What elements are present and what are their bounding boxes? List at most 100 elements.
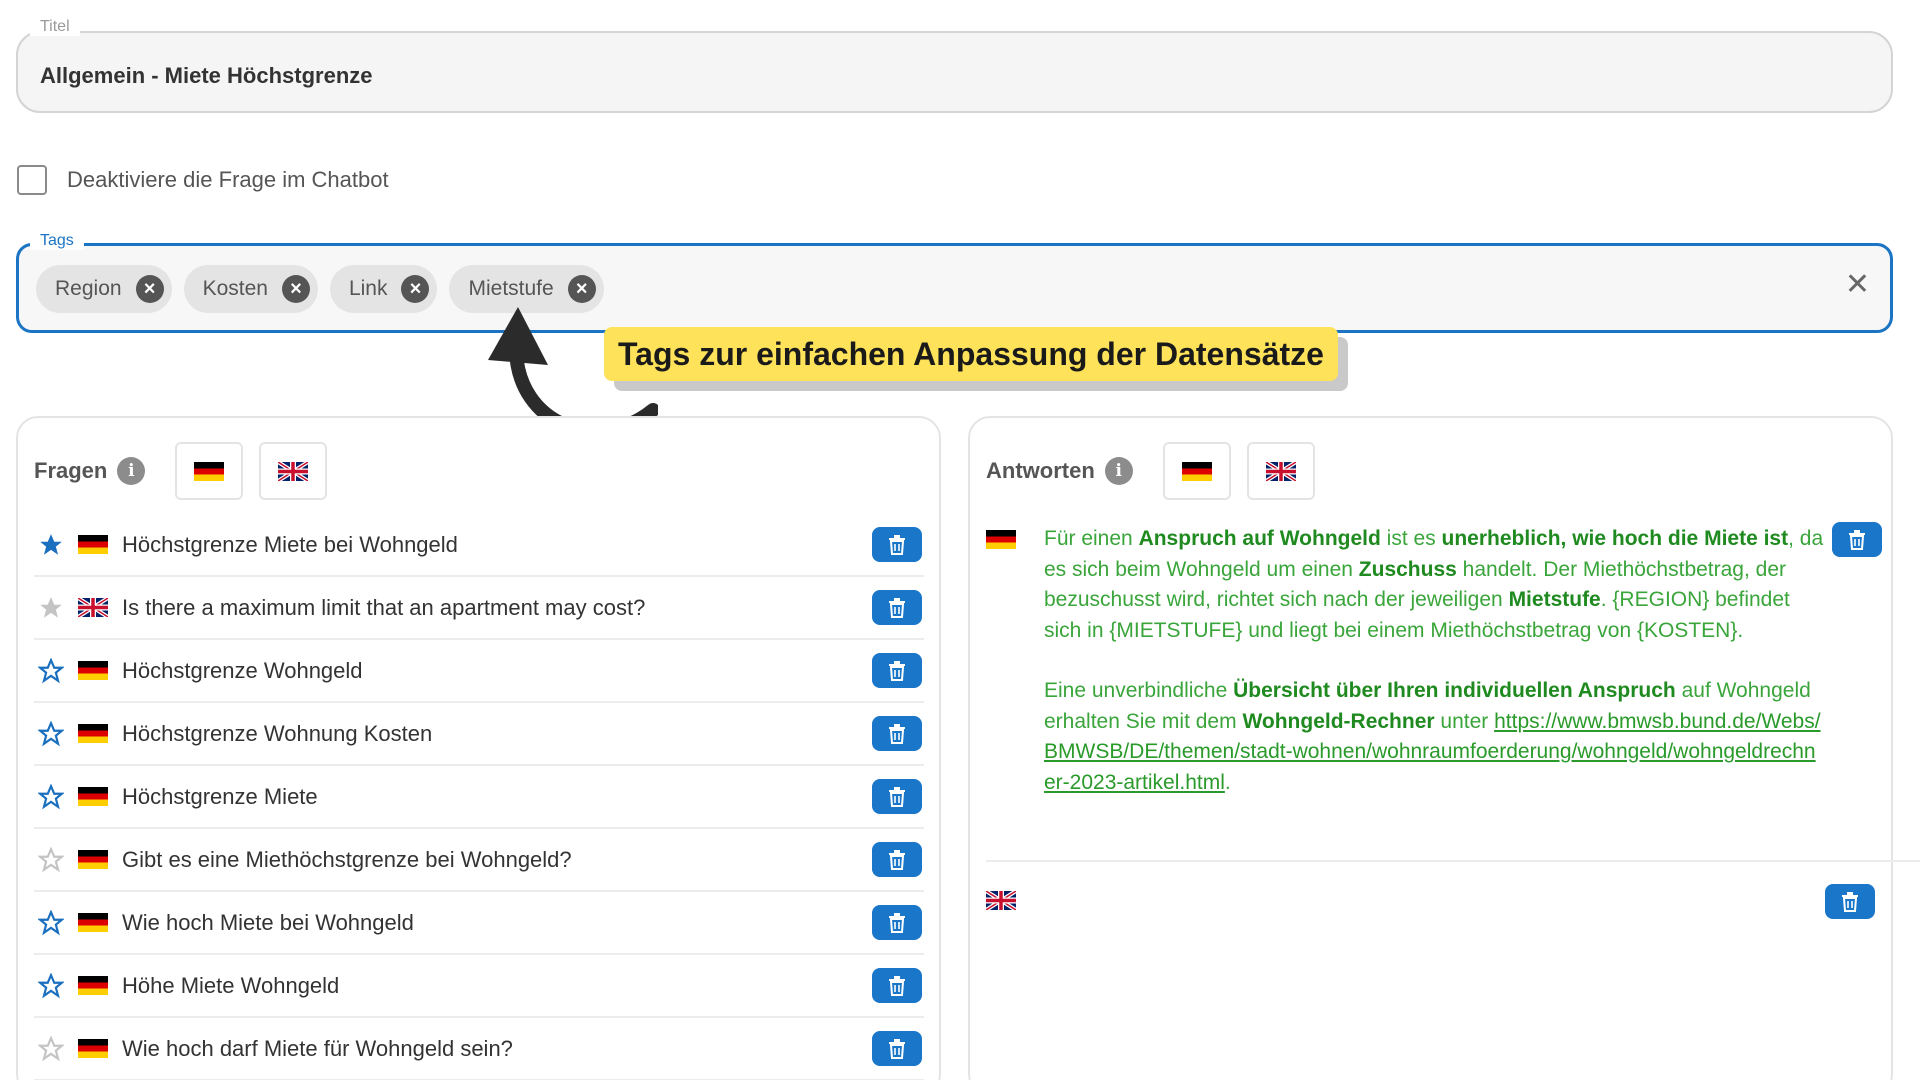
question-text: Wie hoch Miete bei Wohngeld	[122, 909, 414, 935]
title-value[interactable]: Allgemein - Miete Höchstgrenze	[40, 63, 373, 89]
german-flag-icon	[986, 530, 1016, 549]
delete-button[interactable]	[872, 1031, 922, 1066]
tags-legend: Tags	[30, 232, 84, 250]
uk-flag-icon	[986, 891, 1016, 910]
remove-tag-icon[interactable]: ×	[401, 275, 430, 303]
uk-flag-icon	[1265, 461, 1296, 481]
deactivate-label: Deaktiviere die Frage im Chatbot	[67, 167, 389, 192]
german-flag-icon	[78, 1039, 108, 1058]
question-text: Höchstgrenze Miete	[122, 783, 318, 809]
question-row[interactable]: Wie hoch darf Miete für Wohngeld sein?	[34, 1018, 924, 1080]
german-flag-icon	[78, 661, 108, 680]
german-flag-icon	[1181, 461, 1212, 481]
delete-button[interactable]	[872, 653, 922, 688]
trash-icon	[889, 975, 905, 996]
delete-button[interactable]	[872, 842, 922, 877]
trash-icon	[889, 786, 905, 807]
question-row[interactable]: Höchstgrenze Wohnung Kosten	[34, 703, 924, 766]
trash-icon	[889, 849, 905, 870]
star-outline-icon[interactable]	[38, 720, 64, 747]
title-legend: Titel	[30, 18, 80, 36]
uk-flag-icon	[278, 461, 309, 481]
delete-button[interactable]	[872, 590, 922, 625]
star-filled-icon[interactable]	[38, 532, 64, 558]
trash-icon	[889, 534, 905, 555]
tag-chip-label: Mietstufe	[468, 277, 554, 300]
lang-button-en[interactable]	[1246, 442, 1315, 500]
star-outline-icon[interactable]	[38, 657, 64, 684]
trash-icon	[1849, 529, 1865, 550]
german-flag-icon	[78, 535, 108, 554]
trash-icon	[1842, 891, 1858, 912]
tag-chip-label: Link	[348, 277, 388, 300]
info-icon[interactable]: i	[1104, 457, 1133, 485]
question-text: Is there a maximum limit that an apartme…	[122, 594, 646, 620]
answers-title: Antworten	[986, 458, 1095, 483]
answers-panel: Antworten i Für einen Anspruch auf Wohng…	[968, 416, 1920, 1080]
star-outline-icon[interactable]	[38, 1035, 64, 1062]
questions-list: Höchstgrenze Miete bei Wohngeld Is there…	[34, 514, 924, 1080]
question-row[interactable]: Höchstgrenze Wohngeld	[34, 640, 924, 703]
delete-button[interactable]	[872, 527, 922, 562]
questions-title: Fragen	[34, 458, 108, 483]
question-text: Wie hoch darf Miete für Wohngeld sein?	[122, 1035, 513, 1061]
question-row[interactable]: Höchstgrenze Miete	[34, 766, 924, 829]
tags-field[interactable]: Region × Kosten × Link × Mietstufe × ✕	[16, 243, 1893, 333]
star-outline-icon[interactable]	[38, 909, 64, 936]
delete-button[interactable]	[872, 716, 922, 751]
delete-button[interactable]	[872, 905, 922, 940]
annotation-callout: Tags zur einfachen Anpassung der Datensä…	[604, 327, 1338, 381]
question-row[interactable]: Wie hoch Miete bei Wohngeld	[34, 892, 924, 955]
german-flag-icon	[78, 724, 108, 743]
question-row[interactable]: Höhe Miete Wohngeld	[34, 955, 924, 1018]
questions-header: Fragen i	[34, 442, 328, 500]
tag-chip-label: Kosten	[202, 277, 268, 300]
delete-button[interactable]	[1825, 884, 1875, 919]
remove-tag-icon[interactable]: ×	[567, 275, 596, 303]
star-filled-icon[interactable]	[38, 595, 64, 621]
title-field[interactable]: Allgemein - Miete Höchstgrenze	[16, 31, 1893, 113]
question-row[interactable]: Is there a maximum limit that an apartme…	[34, 577, 924, 640]
remove-tag-icon[interactable]: ×	[281, 275, 310, 303]
question-text: Gibt es eine Miethöchstgrenze bei Wohnge…	[122, 846, 572, 872]
lang-button-de[interactable]	[175, 442, 244, 500]
question-text: Höchstgrenze Wohnung Kosten	[122, 720, 433, 746]
german-flag-icon	[194, 461, 225, 481]
tag-chip-label: Region	[55, 277, 122, 300]
german-flag-icon	[78, 976, 108, 995]
tag-chip-kosten[interactable]: Kosten ×	[183, 265, 318, 313]
tag-chip-region[interactable]: Region ×	[36, 265, 172, 313]
question-text: Höchstgrenze Miete bei Wohngeld	[122, 531, 458, 557]
delete-button[interactable]	[872, 968, 922, 1003]
answer-divider	[986, 860, 1920, 862]
trash-icon	[889, 1038, 905, 1059]
question-text: Höchstgrenze Wohngeld	[122, 657, 363, 683]
delete-button[interactable]	[872, 779, 922, 814]
german-flag-icon	[78, 913, 108, 932]
questions-panel: Fragen i Höchstgrenze Miete bei Wohngeld…	[16, 416, 941, 1080]
trash-icon	[889, 912, 905, 933]
info-icon[interactable]: i	[117, 457, 146, 485]
deactivate-checkbox[interactable]	[17, 165, 47, 195]
trash-icon	[889, 660, 905, 681]
remove-tag-icon[interactable]: ×	[135, 275, 164, 303]
delete-button[interactable]	[1832, 522, 1882, 557]
star-outline-icon[interactable]	[38, 783, 64, 810]
trash-icon	[889, 723, 905, 744]
lang-button-de[interactable]	[1162, 442, 1231, 500]
lang-button-en[interactable]	[259, 442, 328, 500]
german-flag-icon	[78, 850, 108, 869]
german-flag-icon	[78, 787, 108, 806]
uk-flag-icon	[78, 598, 108, 617]
question-text: Höhe Miete Wohngeld	[122, 972, 340, 998]
deactivate-row[interactable]: Deaktiviere die Frage im Chatbot	[17, 165, 389, 195]
answers-header: Antworten i	[986, 442, 1315, 500]
star-outline-icon[interactable]	[38, 972, 64, 999]
trash-icon	[889, 597, 905, 618]
tag-chip-link[interactable]: Link ×	[329, 265, 438, 313]
question-row[interactable]: Höchstgrenze Miete bei Wohngeld	[34, 514, 924, 577]
star-outline-icon[interactable]	[38, 846, 64, 873]
answer-text[interactable]: Für einen Anspruch auf Wohngeld ist es u…	[1044, 524, 1824, 798]
close-icon[interactable]: ✕	[1845, 270, 1870, 300]
question-row[interactable]: Gibt es eine Miethöchstgrenze bei Wohnge…	[34, 829, 924, 892]
